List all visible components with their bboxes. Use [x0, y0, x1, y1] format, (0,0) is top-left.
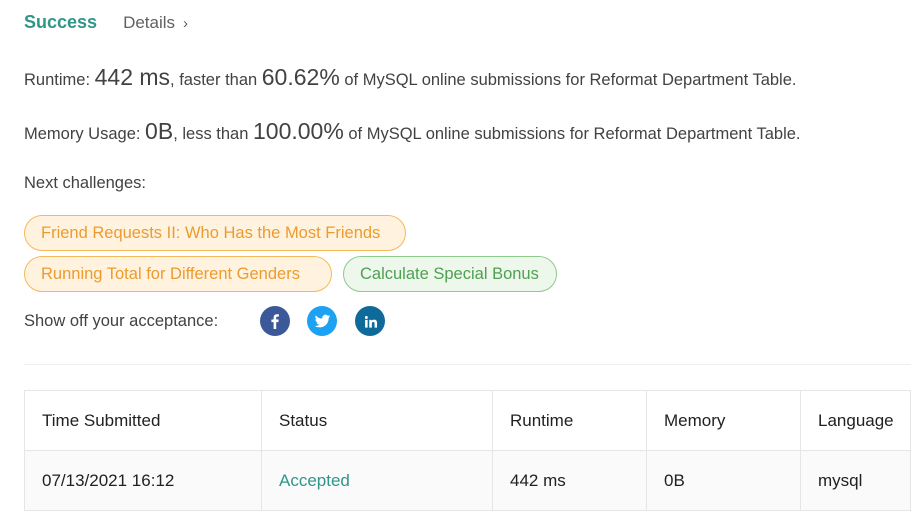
next-challenges-label: Next challenges:: [24, 174, 146, 192]
table-header-row: Time Submitted Status Runtime Memory Lan…: [24, 390, 911, 451]
header-memory[interactable]: Memory: [646, 390, 801, 451]
facebook-icon: [271, 314, 279, 329]
details-link[interactable]: Details ›: [123, 13, 188, 33]
cell-runtime: 442 ms: [492, 450, 647, 511]
runtime-label: Runtime:: [24, 71, 95, 89]
memory-tail-text: of MySQL online submissions for Reformat…: [343, 125, 801, 143]
runtime-value: 442 ms: [94, 64, 171, 90]
runtime-percentile: 60.62%: [261, 64, 340, 90]
runtime-mid-text: , faster than: [170, 71, 262, 89]
submission-status-title: Success: [24, 12, 98, 32]
memory-percentile: 100.00%: [252, 118, 344, 144]
twitter-share-button[interactable]: [307, 306, 337, 336]
header-status[interactable]: Status: [261, 390, 493, 451]
result-header: Success Details ›: [24, 12, 188, 33]
twitter-icon: [314, 314, 330, 327]
memory-stat: Memory Usage: 0B, less than 100.00% of M…: [24, 118, 801, 145]
section-divider: [24, 364, 911, 365]
table-row: 07/13/2021 16:12 Accepted 442 ms 0B mysq…: [24, 450, 911, 511]
memory-value: 0B: [145, 118, 174, 144]
cell-language: mysql: [800, 450, 911, 511]
runtime-stat: Runtime: 442 ms, faster than 60.62% of M…: [24, 64, 796, 91]
memory-mid-text: , less than: [173, 125, 253, 143]
details-label: Details: [123, 13, 176, 32]
share-label: Show off your acceptance:: [24, 312, 219, 330]
runtime-tail-text: of MySQL online submissions for Reformat…: [339, 71, 797, 89]
chevron-right-icon: ›: [183, 15, 189, 32]
challenge-chip-running-total[interactable]: Running Total for Different Genders: [24, 256, 332, 292]
header-time-submitted[interactable]: Time Submitted: [24, 390, 262, 451]
cell-status-link[interactable]: Accepted: [261, 450, 493, 511]
linkedin-share-button[interactable]: [355, 306, 385, 336]
memory-label: Memory Usage:: [24, 125, 146, 143]
submissions-table: Time Submitted Status Runtime Memory Lan…: [24, 390, 911, 511]
cell-memory: 0B: [646, 450, 801, 511]
challenge-chip-friend-requests-ii[interactable]: Friend Requests II: Who Has the Most Fri…: [24, 215, 406, 251]
linkedin-icon: [364, 315, 377, 328]
facebook-share-button[interactable]: [260, 306, 290, 336]
cell-time-submitted: 07/13/2021 16:12: [24, 450, 262, 511]
submission-result-page: Success Details › Runtime: 442 ms, faste…: [0, 0, 921, 518]
challenge-chip-special-bonus[interactable]: Calculate Special Bonus: [343, 256, 557, 292]
header-language[interactable]: Language: [800, 390, 911, 451]
header-runtime[interactable]: Runtime: [492, 390, 647, 451]
